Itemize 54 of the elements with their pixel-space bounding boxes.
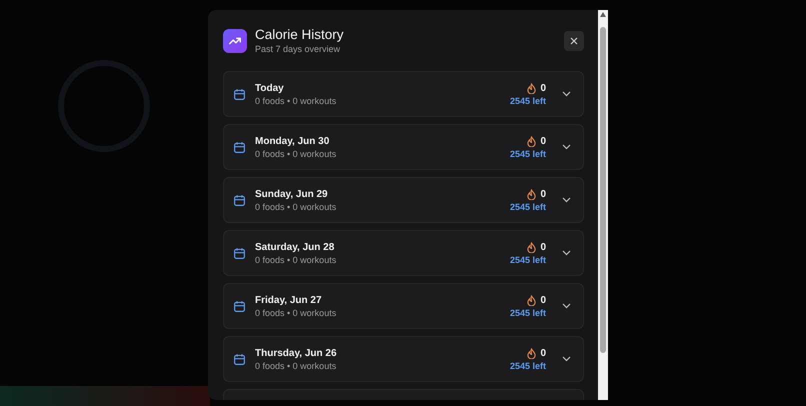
up-arrow-icon[interactable] [600,12,606,17]
calendar-icon [233,246,246,260]
day-summary: 0 foods • 0 workouts [255,94,338,106]
day-summary: 0 foods • 0 workouts [255,148,338,160]
calorie-count: 0 [540,134,546,148]
calories-left: 2545 left [510,306,546,318]
flame-icon [527,348,536,358]
flame-icon [527,82,536,94]
calendar-icon [233,140,246,154]
day-row[interactable]: Sunday, Jun 29 0 foods • 0 workouts 0 2545 left [223,177,584,223]
day-summary: 0 foods • 0 workouts [255,254,338,266]
calorie-count: 0 [540,82,546,94]
flame-icon [527,294,536,306]
chevron-down-icon [562,197,571,203]
calories-left: 2545 left [510,94,546,106]
day-summary: 0 foods • 0 workouts [255,306,338,318]
day-row[interactable]: Thursday, Jun 26 0 foods • 0 workouts 0 2545 left [223,336,584,382]
chevron-down-icon [562,303,571,309]
close-icon [570,37,578,45]
day-label: Thursday, Jun 26 [255,346,338,360]
dialog-title: Calorie History [255,27,345,43]
chevron-down-icon [562,356,571,362]
day-label: Sunday, Jun 29 [255,188,329,200]
calendar-icon [233,352,246,366]
flame-icon [527,188,536,200]
dialog-subtitle: Past 7 days overview [255,43,342,55]
day-row[interactable]: Today 0 foods • 0 workouts 0 2545 left [223,71,584,117]
calendar-icon [233,300,246,312]
trend-icon [223,29,247,53]
day-label: Today [255,82,285,94]
day-row[interactable]: Saturday, Jun 28 0 foods • 0 workouts 0 2545 left [223,230,584,276]
calories-left: 2545 left [510,200,546,212]
calorie-count: 0 [540,294,546,306]
calorie-count: 0 [540,346,546,360]
day-summary: 0 foods • 0 workouts [255,360,338,372]
flame-icon [527,136,536,146]
day-label: Saturday, Jun 28 [255,240,336,254]
chevron-down-icon [562,91,571,97]
close-button[interactable] [564,31,584,51]
chevron-down-icon [562,144,571,150]
day-label: Friday, Jun 27 [255,294,323,306]
calories-left: 2545 left [510,148,546,160]
day-summary: 0 foods • 0 workouts [255,200,338,212]
calories-left: 2545 left [510,360,546,372]
calendar-icon [233,88,246,100]
calendar-icon [233,194,246,206]
day-row[interactable]: Friday, Jun 27 0 foods • 0 workouts 0 2545 left [223,283,584,329]
day-row[interactable]: Monday, Jun 30 0 foods • 0 workouts 0 2545 left [223,124,584,170]
calorie-count: 0 [540,240,546,254]
calorie-count: 0 [540,188,546,200]
chevron-down-icon [562,250,571,256]
flame-icon [527,242,536,252]
day-label: Monday, Jun 30 [255,134,330,148]
calories-left: 2545 left [510,254,546,266]
